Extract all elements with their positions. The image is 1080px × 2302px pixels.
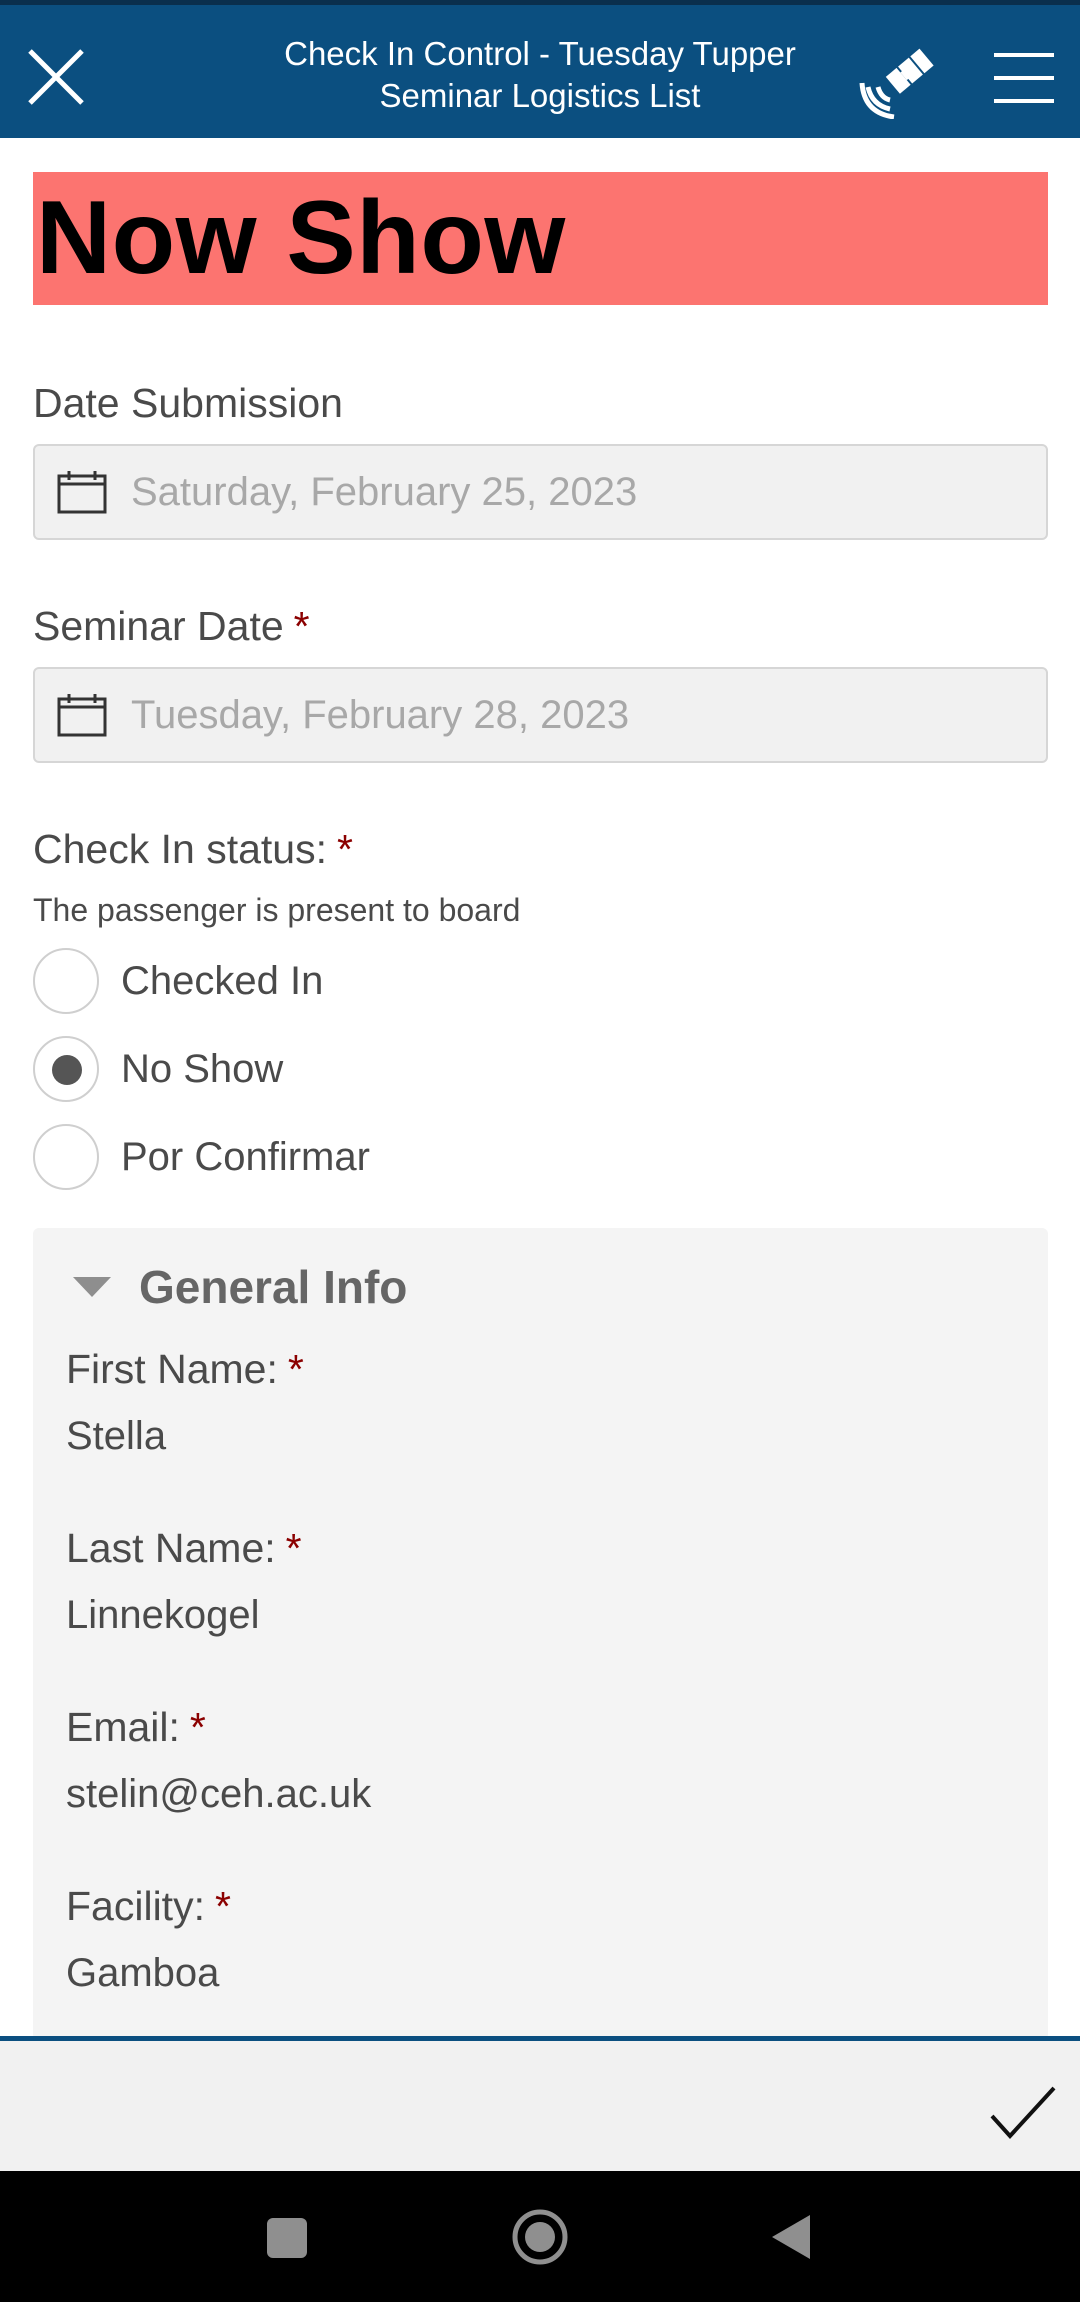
- radio-label: No Show: [121, 1046, 284, 1091]
- email-label: Email: *: [66, 1704, 206, 1750]
- collapse-triangle-icon: [73, 1277, 111, 1297]
- radio-option-checked-in[interactable]: Checked In: [33, 945, 323, 1017]
- form-title: Check In Control - Tuesday Tupper Semina…: [240, 33, 840, 117]
- checkmark-icon[interactable]: [990, 2084, 1056, 2140]
- first-name-label: First Name: *: [66, 1346, 304, 1392]
- required-marker: *: [189, 1704, 206, 1750]
- form-footer: [0, 2041, 1080, 2171]
- status-banner-text: Now Show: [36, 180, 566, 296]
- app-header: Check In Control - Tuesday Tupper Semina…: [0, 0, 1080, 138]
- general-info-title: General Info: [139, 1261, 408, 1313]
- form-title-line2: Seminar Logistics List: [379, 77, 701, 114]
- first-name-value: Stella: [66, 1414, 167, 1458]
- form-title-line1: Check In Control - Tuesday Tupper: [284, 35, 796, 72]
- required-marker: *: [214, 1883, 231, 1929]
- hamburger-menu-icon[interactable]: [994, 49, 1054, 107]
- radio-button[interactable]: [33, 948, 99, 1014]
- required-marker: *: [287, 1346, 304, 1392]
- back-triangle-icon[interactable]: [770, 2213, 812, 2261]
- recents-square-icon[interactable]: [266, 2217, 308, 2259]
- radio-button[interactable]: [33, 1124, 99, 1190]
- home-circle-icon[interactable]: [510, 2207, 570, 2267]
- date-submission-field[interactable]: Saturday, February 25, 2023: [33, 444, 1048, 540]
- system-navigation-bar: [0, 2171, 1080, 2302]
- radio-label: Por Confirmar: [121, 1134, 370, 1179]
- check-in-status-hint: The passenger is present to board: [33, 892, 521, 928]
- facility-label: Facility: *: [66, 1883, 231, 1929]
- required-marker: *: [293, 603, 310, 649]
- radio-option-por-confirmar[interactable]: Por Confirmar: [33, 1121, 370, 1193]
- check-in-status-label: Check In status: *: [33, 826, 353, 872]
- last-name-value: Linnekogel: [66, 1593, 260, 1637]
- email-value: stelin@ceh.ac.uk: [66, 1772, 372, 1816]
- seminar-date-value: Tuesday, February 28, 2023: [131, 693, 630, 737]
- general-info-group: General Info First Name: * Stella Last Na…: [33, 1228, 1048, 2040]
- satellite-icon[interactable]: [858, 39, 938, 119]
- calendar-icon: [57, 694, 107, 737]
- facility-value: Gamboa: [66, 1951, 220, 1995]
- required-marker: *: [336, 826, 353, 872]
- general-info-header[interactable]: General Info: [73, 1260, 407, 1314]
- date-submission-value: Saturday, February 25, 2023: [131, 470, 638, 514]
- required-marker: *: [285, 1525, 302, 1571]
- seminar-date-field[interactable]: Tuesday, February 28, 2023: [33, 667, 1048, 763]
- status-banner: Now Show: [33, 172, 1048, 305]
- radio-button-selected[interactable]: [33, 1036, 99, 1102]
- radio-label: Checked In: [121, 958, 324, 1003]
- date-submission-label: Date Submission: [33, 380, 343, 426]
- seminar-date-label: Seminar Date *: [33, 603, 310, 649]
- calendar-icon: [57, 471, 107, 514]
- last-name-label: Last Name: *: [66, 1525, 302, 1571]
- radio-option-no-show[interactable]: No Show: [33, 1033, 283, 1105]
- close-icon[interactable]: [22, 43, 90, 111]
